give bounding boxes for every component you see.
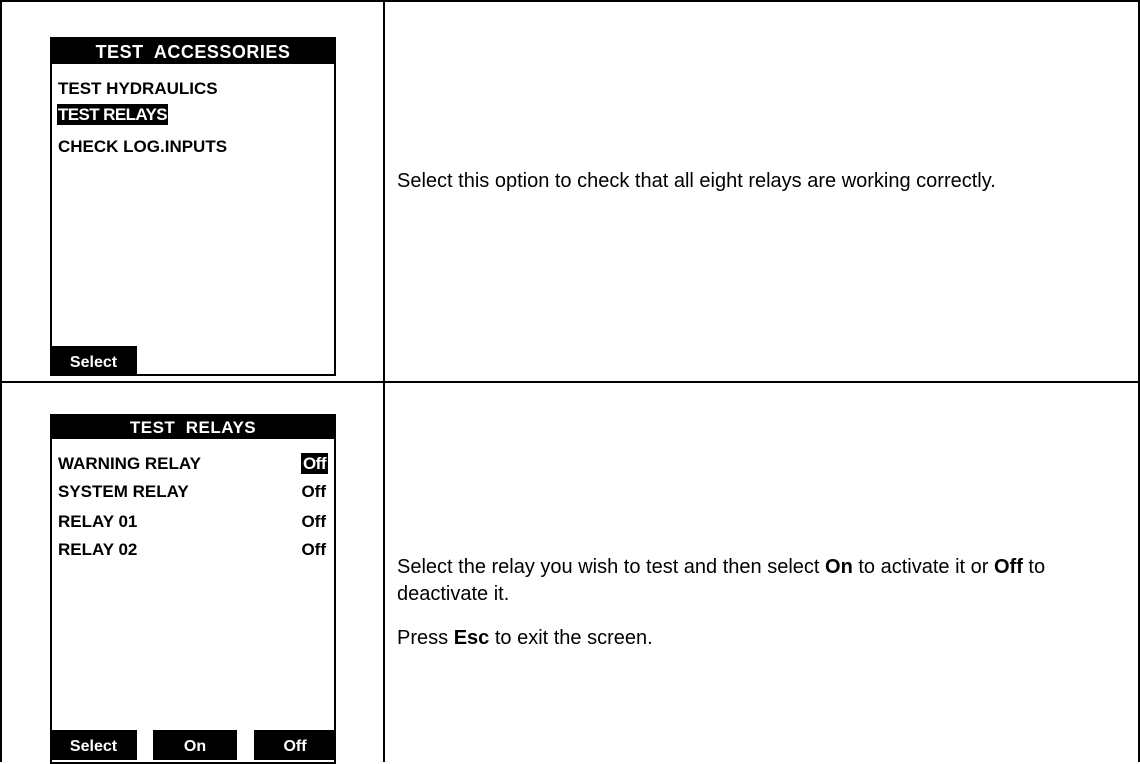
relay-name-02[interactable]: RELAY 02	[58, 539, 137, 560]
description-line-2: Press Esc to exit the screen.	[397, 625, 1097, 652]
table-border-top	[0, 0, 1140, 2]
screen-title: TEST RELAYS	[52, 416, 334, 439]
text-fragment: Press	[397, 627, 454, 649]
menu-item-check-log-inputs[interactable]: CHECK LOG.INPUTS	[58, 136, 227, 157]
text-fragment: Select the relay you wish to test and th…	[397, 556, 826, 578]
description-text: Select this option to check that all eig…	[397, 170, 996, 192]
relay-name-01[interactable]: RELAY 01	[58, 511, 137, 532]
off-keyword: Off	[993, 556, 1023, 578]
relay-value-01[interactable]: Off	[301, 511, 326, 532]
relay-name-system[interactable]: SYSTEM RELAY	[58, 481, 189, 502]
description-line-1: Select the relay you wish to test and th…	[397, 554, 1097, 608]
table-column-divider	[383, 0, 385, 762]
menu-item-test-relays[interactable]: TEST RELAYS	[57, 104, 168, 125]
relay-name-warning[interactable]: WARNING RELAY	[58, 453, 201, 474]
relay-value-02[interactable]: Off	[301, 539, 326, 560]
test-relays-screen: TEST RELAYS WARNING RELAY Off SYSTEM REL…	[50, 414, 336, 764]
esc-keyword: Esc	[453, 627, 490, 649]
menu-item-test-hydraulics[interactable]: TEST HYDRAULICS	[58, 78, 218, 99]
document-table: TEST ACCESSORIES TEST HYDRAULICS TEST RE…	[0, 0, 1140, 764]
relay-value-warning[interactable]: Off	[300, 453, 328, 474]
table-row-divider	[0, 381, 1140, 383]
off-soft-key[interactable]: Off	[254, 730, 336, 760]
table-border-left	[0, 0, 2, 762]
relay-value-system[interactable]: Off	[301, 481, 326, 502]
on-keyword: On	[825, 556, 853, 578]
test-accessories-screen: TEST ACCESSORIES TEST HYDRAULICS TEST RE…	[50, 37, 336, 376]
text-fragment: to exit the screen.	[489, 627, 653, 649]
select-soft-key[interactable]: Select	[50, 346, 137, 376]
on-soft-key[interactable]: On	[153, 730, 237, 760]
row-1-description: Select this option to check that all eig…	[397, 168, 1097, 195]
text-fragment: to activate it or	[852, 556, 994, 578]
select-soft-key[interactable]: Select	[50, 730, 137, 760]
row-2-description: Select the relay you wish to test and th…	[397, 554, 1097, 652]
screen-title: TEST ACCESSORIES	[52, 39, 334, 64]
